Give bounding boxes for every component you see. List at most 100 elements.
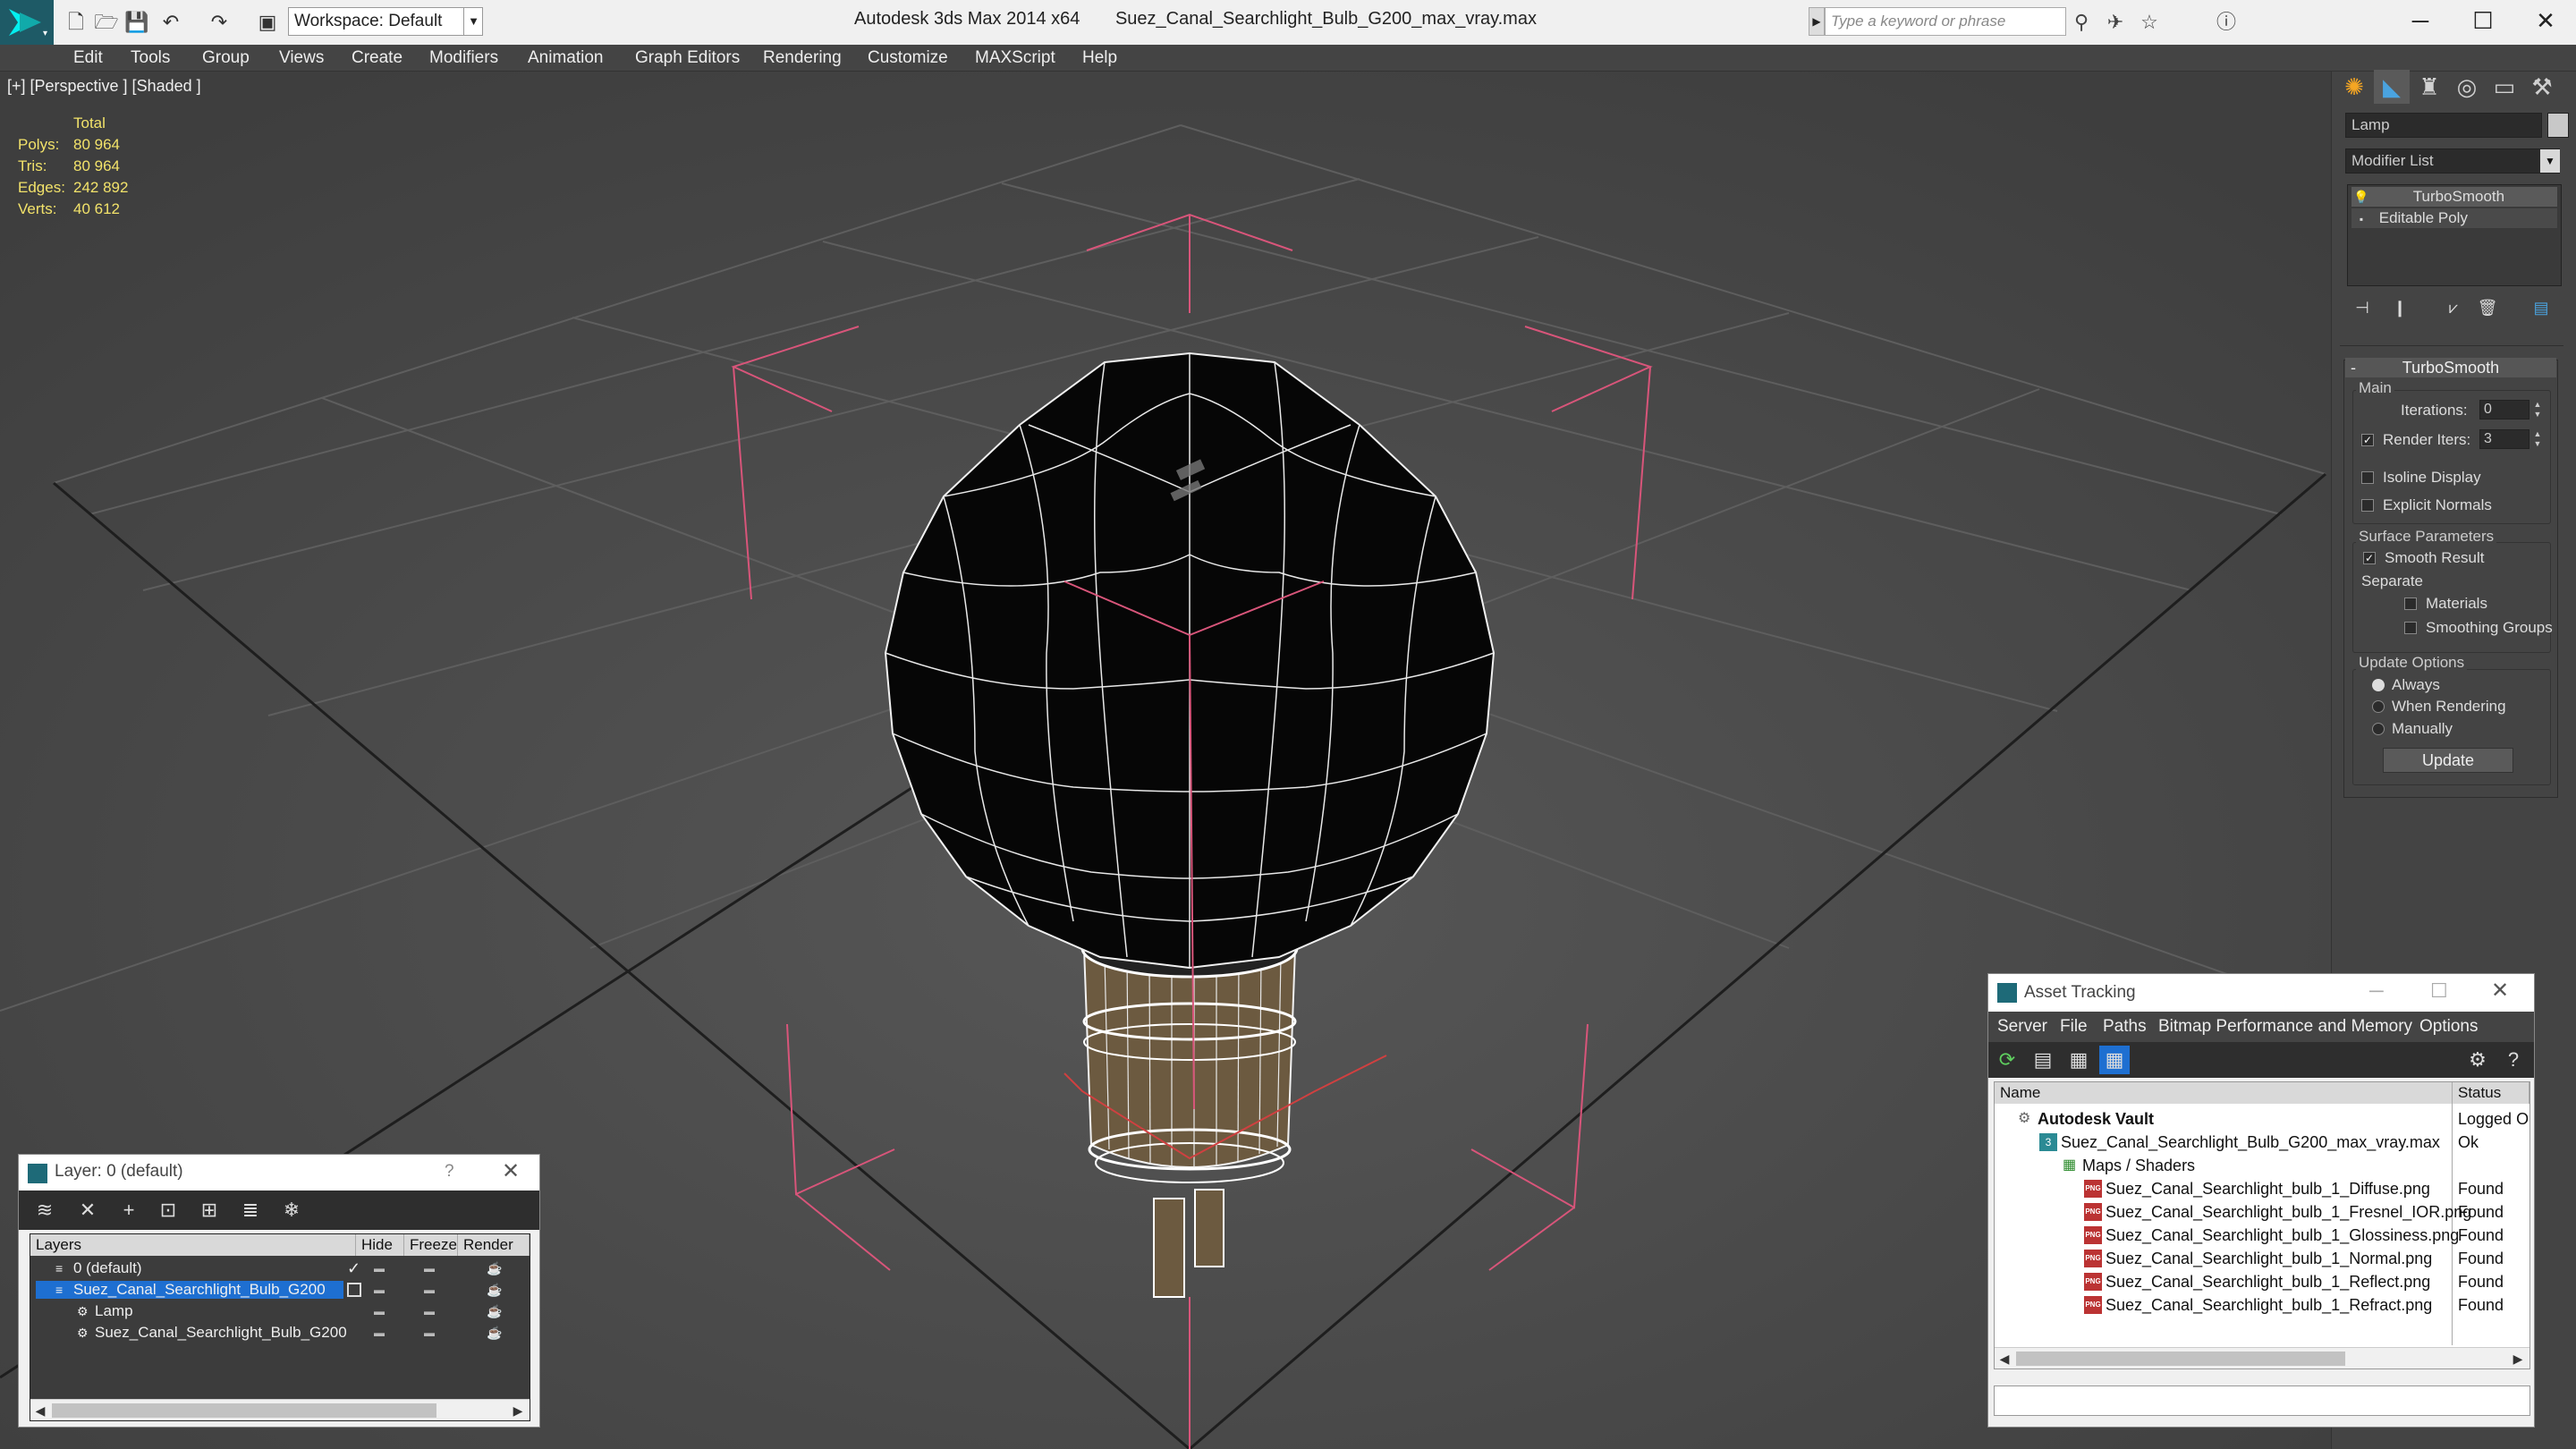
save-file-icon[interactable]: 💾 (123, 9, 150, 36)
chevron-down-icon[interactable]: ▼ (463, 7, 483, 36)
remove-modifier-icon[interactable]: 🗑 (2472, 293, 2503, 322)
menu-tools[interactable]: Tools (131, 45, 170, 72)
freeze-toggle[interactable]: ▬ (424, 1258, 435, 1279)
scroll-right-icon[interactable]: ▶ (2508, 1348, 2528, 1369)
open-file-icon[interactable]: 🗁 (93, 9, 120, 36)
project-folder-icon[interactable]: ▣ (254, 9, 281, 36)
close-icon[interactable]: ✕ (2519, 4, 2572, 38)
hierarchy-tab-icon[interactable]: ♜ (2411, 70, 2447, 104)
menu-help[interactable]: Help (1082, 45, 1117, 72)
menu-options[interactable]: Options (2419, 1013, 2478, 1040)
search-expand-icon[interactable]: ▶ (1809, 7, 1825, 36)
when-rendering-radio[interactable] (2372, 700, 2385, 713)
create-tab-icon[interactable]: ✺ (2336, 70, 2372, 104)
add-to-layer-icon[interactable]: + (114, 1196, 144, 1224)
menu-group[interactable]: Group (202, 45, 250, 72)
render-iters-spinner[interactable]: 3 (2479, 429, 2529, 449)
object-name-field[interactable]: Lamp (2345, 113, 2542, 138)
close-icon[interactable]: ✕ (2491, 978, 2509, 1004)
asset-row[interactable]: PNG Suez_Canal_Searchlight_bulb_1_Refrac… (1995, 1293, 2529, 1317)
column-render[interactable]: Render (458, 1234, 530, 1256)
freeze-toggle[interactable]: ▬ (424, 1279, 435, 1301)
grid-view-icon[interactable]: ▦ (2099, 1046, 2130, 1074)
favorites-star-icon[interactable]: ☆ (2136, 9, 2163, 36)
table-view-icon[interactable]: ▦ (2063, 1046, 2094, 1074)
hide-toggle[interactable]: ▬ (374, 1258, 385, 1279)
modifier-list-dropdown[interactable]: Modifier List (2345, 148, 2560, 174)
app-logo-button[interactable]: ▾ (0, 0, 54, 45)
menu-views[interactable]: Views (279, 45, 324, 72)
render-teapot-icon[interactable]: ☕ (487, 1322, 502, 1343)
explicit-normals-checkbox[interactable] (2361, 499, 2374, 512)
binoculars-icon[interactable]: ⚲ (2068, 9, 2095, 36)
hide-all-icon[interactable]: ≣ (235, 1196, 266, 1224)
menu-edit[interactable]: Edit (73, 45, 103, 72)
update-button[interactable]: Update (2383, 748, 2513, 773)
materials-checkbox[interactable] (2404, 597, 2417, 610)
asset-row[interactable]: ⚙ Autodesk Vault Logged O (1995, 1107, 2529, 1131)
freeze-all-icon[interactable]: ❄ (276, 1196, 307, 1224)
asset-row[interactable]: PNG Suez_Canal_Searchlight_bulb_1_Diffus… (1995, 1177, 2529, 1200)
render-teapot-icon[interactable]: ☕ (487, 1301, 502, 1322)
hide-toggle[interactable]: ▬ (374, 1301, 385, 1322)
motion-tab-icon[interactable]: ◎ (2449, 70, 2485, 104)
asset-row[interactable]: PNG Suez_Canal_Searchlight_bulb_1_Fresne… (1995, 1200, 2529, 1224)
layer-row[interactable]: ⚙ Suez_Canal_Searchlight_Bulb_G200 ▬ ▬ ☕ (30, 1322, 528, 1343)
create-layer-icon[interactable]: ≋ (30, 1196, 60, 1224)
layer-row[interactable]: ⚙ Lamp ▬ ▬ ☕ (30, 1301, 528, 1322)
viewport-label[interactable]: [+] [Perspective ] [Shaded ] (7, 77, 201, 96)
spinner-arrows-icon[interactable]: ▲ ▼ (2531, 400, 2544, 419)
layer-row[interactable]: ≡ 0 (default) ✓ ▬ ▬ ☕ (30, 1258, 528, 1279)
manually-radio[interactable] (2372, 723, 2385, 735)
asset-row[interactable]: PNG Suez_Canal_Searchlight_bulb_1_Normal… (1995, 1247, 2529, 1270)
horizontal-scrollbar[interactable]: ◀ ▶ (30, 1399, 530, 1420)
object-color-swatch[interactable] (2547, 113, 2569, 138)
asset-row[interactable]: PNG Suez_Canal_Searchlight_bulb_1_Glossi… (1995, 1224, 2529, 1247)
set-current-layer-box[interactable] (347, 1283, 361, 1297)
modify-tab-icon[interactable]: ◣ (2374, 70, 2410, 104)
rollout-title[interactable]: - TurboSmooth (2345, 358, 2556, 377)
scroll-right-icon[interactable]: ▶ (508, 1400, 528, 1421)
help-icon[interactable]: ? (445, 1162, 454, 1182)
menu-create[interactable]: Create (352, 45, 402, 72)
column-status[interactable]: Status (2453, 1082, 2529, 1104)
utilities-tab-icon[interactable]: ⚒ (2524, 70, 2560, 104)
smoothing-groups-checkbox[interactable] (2404, 622, 2417, 634)
scroll-left-icon[interactable]: ◀ (1995, 1348, 2014, 1369)
freeze-toggle[interactable]: ▬ (424, 1322, 435, 1343)
configure-sets-icon[interactable]: ▤ (2526, 293, 2556, 322)
always-radio[interactable] (2372, 679, 2385, 691)
column-freeze[interactable]: Freeze (404, 1234, 458, 1256)
vault-login-icon[interactable]: ⚙ (2462, 1046, 2493, 1074)
isoline-display-checkbox[interactable] (2361, 471, 2374, 484)
spinner-arrows-icon[interactable]: ▲ ▼ (2531, 429, 2544, 449)
hide-toggle[interactable]: ▬ (374, 1322, 385, 1343)
asset-row[interactable]: 3 Suez_Canal_Searchlight_Bulb_G200_max_v… (1995, 1131, 2529, 1154)
render-teapot-icon[interactable]: ☕ (487, 1279, 502, 1301)
layer-row[interactable]: ≡ Suez_Canal_Searchlight_Bulb_G200 ▬ ▬ ☕ (30, 1279, 528, 1301)
column-name[interactable]: Name (1995, 1082, 2453, 1104)
expand-plus-icon[interactable]: ▪ (2351, 209, 2371, 229)
vault-help-icon[interactable]: ? (2498, 1046, 2529, 1074)
scrollbar-thumb[interactable] (2016, 1352, 2345, 1366)
menu-customize[interactable]: Customize (868, 45, 948, 72)
delete-layer-icon[interactable]: ✕ (72, 1196, 103, 1224)
undo-icon[interactable]: ↶ (157, 9, 184, 36)
iterations-spinner[interactable]: 0 (2479, 400, 2529, 419)
smooth-result-checkbox[interactable]: ✓ (2363, 552, 2376, 564)
refresh-icon[interactable]: ⟳ (1992, 1046, 2022, 1074)
pin-stack-icon[interactable]: ⊣ (2347, 293, 2377, 322)
display-tab-icon[interactable]: ▭ (2487, 70, 2522, 104)
menu-server[interactable]: Server (1997, 1013, 2047, 1040)
lightbulb-icon[interactable]: 💡 (2351, 187, 2371, 207)
show-end-result-icon[interactable]: ❙ (2385, 293, 2415, 322)
stack-item-turbosmooth[interactable]: 💡 TurboSmooth (2351, 187, 2557, 207)
new-file-icon[interactable]: 🗋 (63, 9, 89, 36)
asset-row[interactable]: PNG Suez_Canal_Searchlight_bulb_1_Reflec… (1995, 1270, 2529, 1293)
menu-rendering[interactable]: Rendering (763, 45, 842, 72)
minimize-icon[interactable]: ─ (2394, 4, 2447, 38)
redo-icon[interactable]: ↷ (206, 9, 233, 36)
make-unique-icon[interactable]: ⩗ (2438, 293, 2469, 322)
asset-row[interactable]: ▦ Maps / Shaders (1995, 1154, 2529, 1177)
workspace-select[interactable]: Workspace: Default (288, 7, 483, 36)
